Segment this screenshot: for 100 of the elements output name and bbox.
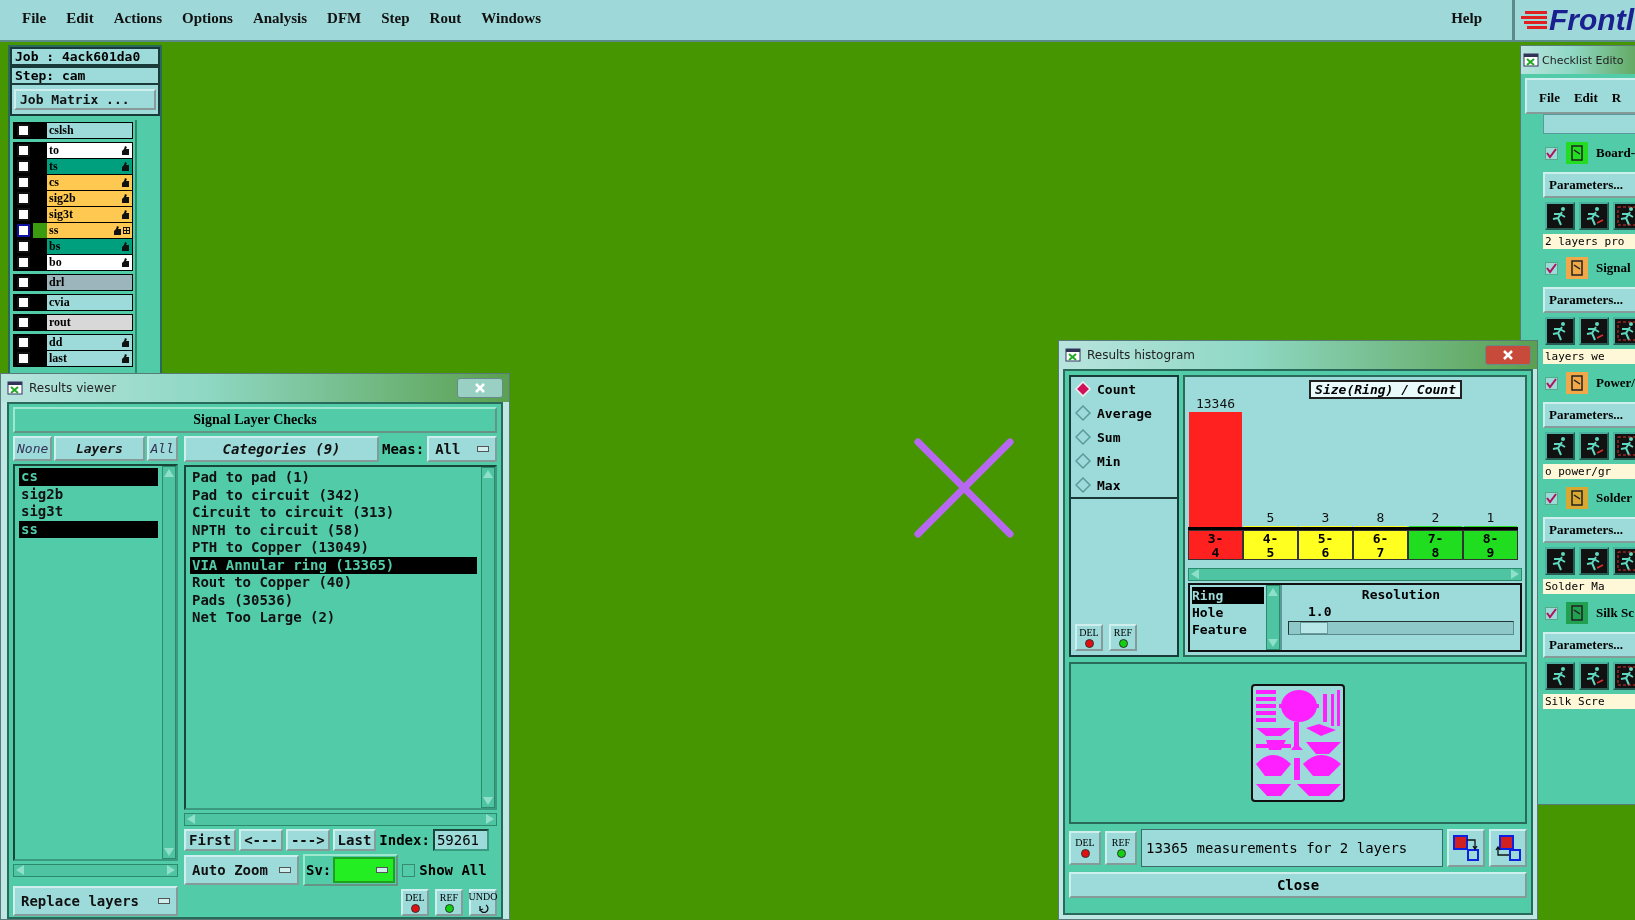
tool-button[interactable]: DEL [1075,624,1103,651]
run-button[interactable] [1613,547,1635,575]
run-button[interactable] [1545,662,1575,690]
layer-checkbox[interactable] [17,336,30,349]
layer-row[interactable]: bo [47,255,132,270]
zoom-mode-dropdown[interactable]: Auto Zoom [184,855,299,885]
check-mark-icon[interactable] [1545,491,1558,505]
list-item[interactable]: Rout to Copper (40) [190,574,477,592]
menu-item[interactable]: Rout [429,9,462,27]
tool-button[interactable]: REF [435,889,463,916]
sv-dropdown[interactable] [333,857,396,883]
layer-checkbox[interactable] [17,160,30,173]
run-button[interactable] [1613,662,1635,690]
slider-thumb[interactable] [1299,622,1328,634]
menu-item[interactable]: DFM [327,9,362,27]
parameters-button[interactable]: Parameters... [1543,402,1635,428]
run-button[interactable] [1545,317,1575,345]
layer-row[interactable]: ts [47,159,132,174]
layer-row[interactable]: cslsh [47,123,132,138]
horizontal-scrollbar[interactable] [184,813,497,826]
layers-button[interactable]: Layers [54,436,145,461]
menu-item[interactable]: File [22,9,47,27]
layer-checkbox[interactable] [17,144,30,157]
undo-button[interactable]: UNDO [469,889,497,916]
menu-item[interactable]: Analysis [252,9,308,27]
job-matrix-button[interactable]: Job Matrix ... [14,89,156,110]
horizontal-scrollbar[interactable] [13,864,178,877]
categories-button[interactable]: Categories (9) [184,436,379,462]
layer-row[interactable]: sig3t [47,207,132,222]
radio-button[interactable] [1075,405,1091,421]
radio-button[interactable] [1075,477,1091,493]
help-menu[interactable]: Help [1451,9,1482,27]
run-button[interactable] [1613,317,1635,345]
parameters-button[interactable]: Parameters... [1543,172,1635,198]
list-item[interactable]: Hole [1192,604,1264,621]
layer-row[interactable]: to [47,143,132,158]
run-button[interactable] [1579,432,1609,460]
tool-button[interactable]: REF [1109,624,1137,651]
layer-checkbox[interactable] [17,276,30,289]
radio-button[interactable] [1075,453,1091,469]
checkbox[interactable] [402,863,416,877]
check-mark-icon[interactable] [1545,606,1558,620]
run-button[interactable] [1579,662,1609,690]
layers-button[interactable]: All [146,436,178,461]
nav-button[interactable]: First [184,829,237,851]
vertical-scrollbar[interactable] [481,467,495,808]
menu-item[interactable]: Options [182,9,233,27]
layer-checkbox[interactable] [17,316,30,329]
check-mark-icon[interactable] [1545,261,1558,275]
menu-item[interactable]: File [1539,90,1560,106]
list-item[interactable]: Net Too Large (2) [190,609,477,627]
vertical-scrollbar[interactable] [1266,585,1280,650]
list-item[interactable]: Feature [1192,621,1264,638]
nav-button[interactable]: ---> [285,829,330,851]
run-button[interactable] [1613,432,1635,460]
list-item[interactable]: VIA Annular ring (13365) [190,556,477,574]
replace-layers-dropdown[interactable]: Replace layers [13,886,178,916]
index-field[interactable]: 59261 [432,829,489,851]
tool-button[interactable]: DEL [1069,831,1101,865]
chart-swap-button[interactable] [1489,829,1527,867]
nav-button[interactable]: <--- [239,829,283,851]
resolution-slider[interactable] [1288,621,1514,635]
list-item[interactable]: Circuit to circuit (313) [190,504,477,522]
menu-item[interactable]: Actions [113,9,162,27]
layer-checkbox[interactable] [17,192,30,205]
parameters-button[interactable]: Parameters... [1543,517,1635,543]
layer-row[interactable]: sig2b [47,191,132,206]
list-item[interactable]: PTH to Copper (13049) [190,539,477,557]
chart-swap-button[interactable] [1447,829,1485,867]
layer-checkbox[interactable] [17,176,30,189]
layer-row[interactable]: dd [47,335,132,350]
menu-item[interactable]: Edit [1573,90,1598,106]
list-item[interactable]: sig3t [19,503,158,521]
menu-item[interactable]: Windows [481,9,541,27]
close-button[interactable] [457,378,503,398]
layer-row[interactable]: drl [47,275,132,290]
list-item[interactable]: Ring [1192,587,1264,604]
list-item[interactable]: NPTH to circuit (58) [190,521,477,539]
parameters-button[interactable]: Parameters... [1543,632,1635,658]
layer-checkbox[interactable] [17,124,30,137]
layer-row[interactable]: cvia [47,295,132,310]
layer-checkbox[interactable] [17,352,30,365]
layer-checkbox[interactable] [17,296,30,309]
menu-item[interactable]: R [1611,90,1622,106]
check-mark-icon[interactable] [1545,146,1558,160]
measure-list[interactable]: Ring Hole Feature [1190,585,1266,650]
menu-item[interactable]: Edit [66,9,94,27]
close-button[interactable]: Close [1069,872,1527,898]
layer-checkbox[interactable] [17,208,30,221]
tool-button[interactable]: DEL [401,889,429,916]
layer-checkbox[interactable] [17,256,30,269]
layer-row[interactable]: last [47,351,132,366]
layer-row[interactable]: bs [47,239,132,254]
run-button[interactable] [1545,432,1575,460]
list-item[interactable]: ss [19,520,158,538]
run-button[interactable] [1545,547,1575,575]
list-item[interactable]: Pads (30536) [190,591,477,609]
list-item[interactable]: sig2b [19,485,158,503]
run-button[interactable] [1579,202,1609,230]
layer-checkbox[interactable] [17,240,30,253]
